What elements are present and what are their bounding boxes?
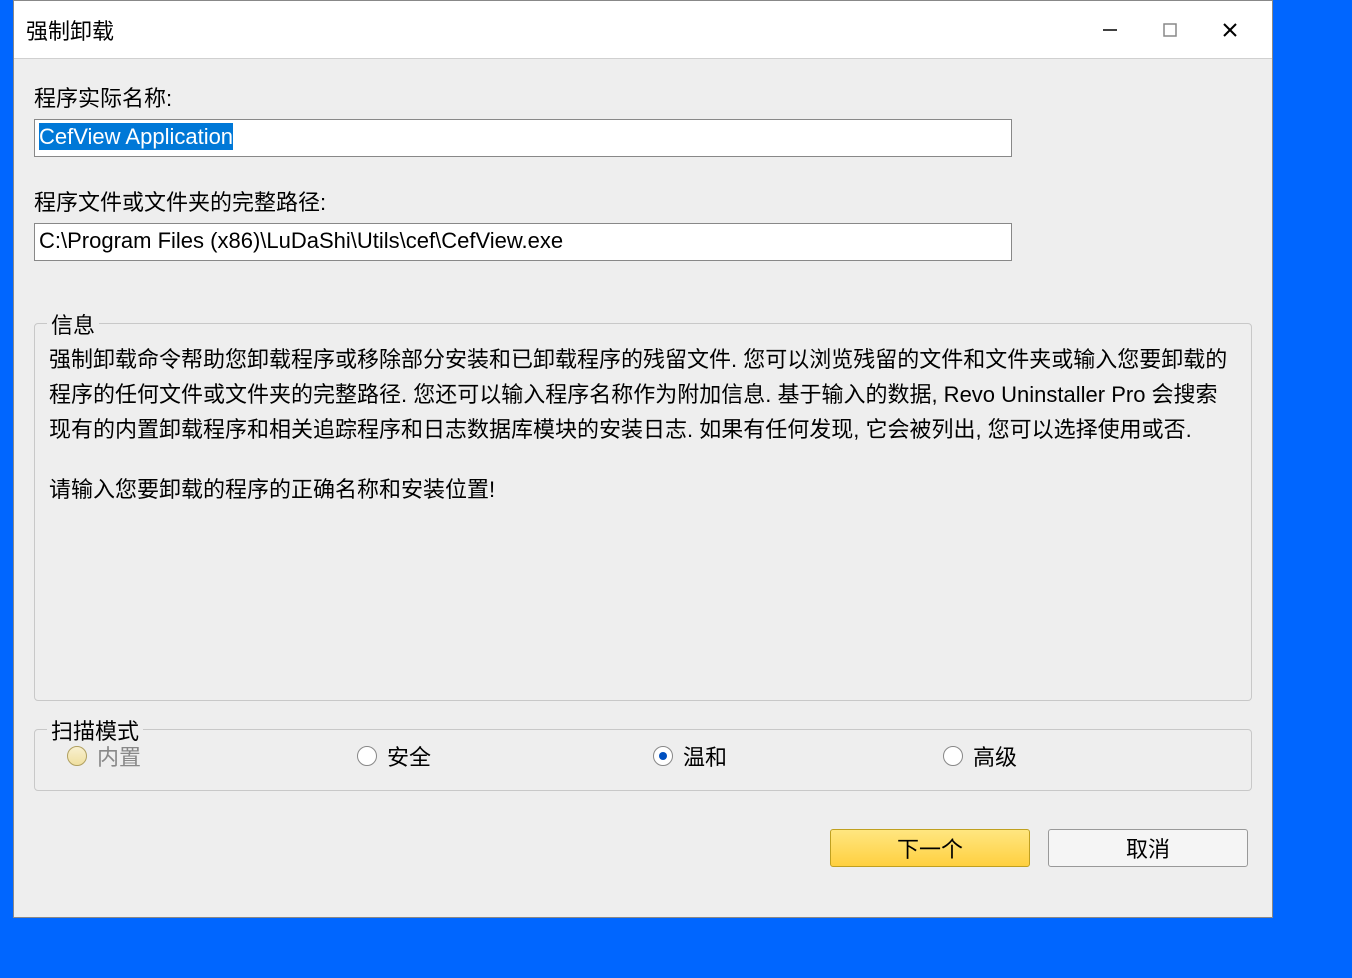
- radio-icon: [653, 746, 673, 766]
- radio-label-advanced: 高级: [973, 740, 1017, 772]
- program-name-input[interactable]: CefView Application: [34, 119, 1012, 157]
- radio-safe[interactable]: 安全: [357, 740, 653, 772]
- scan-mode-radio-row: 内置 安全 温和 高级: [49, 740, 1237, 772]
- radio-advanced[interactable]: 高级: [943, 740, 1143, 772]
- maximize-button[interactable]: [1140, 10, 1200, 50]
- scan-mode-groupbox: 扫描模式 内置 安全 温和 高级: [34, 729, 1252, 791]
- program-name-label: 程序实际名称:: [34, 81, 1252, 113]
- info-paragraph-1: 强制卸载命令帮助您卸载程序或移除部分安装和已卸载程序的残留文件. 您可以浏览残留…: [49, 342, 1237, 448]
- radio-moderate[interactable]: 温和: [653, 740, 943, 772]
- info-paragraph-2: 请输入您要卸载的程序的正确名称和安装位置!: [49, 472, 1237, 507]
- button-row: 下一个 取消: [34, 829, 1252, 867]
- radio-dot-icon: [659, 752, 667, 760]
- program-path-value: C:\Program Files (x86)\LuDaShi\Utils\cef…: [39, 228, 563, 253]
- info-legend: 信息: [47, 308, 99, 340]
- minimize-icon: [1101, 21, 1119, 39]
- titlebar: 强制卸载: [14, 1, 1272, 59]
- radio-label-moderate: 温和: [683, 740, 727, 772]
- dialog-window: 强制卸载 程序实际名称: CefView Application 程序文件或文件…: [13, 0, 1273, 918]
- maximize-icon: [1161, 21, 1179, 39]
- info-groupbox: 信息 强制卸载命令帮助您卸载程序或移除部分安装和已卸载程序的残留文件. 您可以浏…: [34, 323, 1252, 701]
- window-controls: [1080, 10, 1260, 50]
- info-text: 强制卸载命令帮助您卸载程序或移除部分安装和已卸载程序的残留文件. 您可以浏览残留…: [49, 342, 1237, 507]
- radio-icon: [357, 746, 377, 766]
- radio-icon: [943, 746, 963, 766]
- next-button[interactable]: 下一个: [830, 829, 1030, 867]
- radio-icon: [67, 746, 87, 766]
- program-name-value-selected: CefView Application: [39, 123, 233, 150]
- program-path-label: 程序文件或文件夹的完整路径:: [34, 185, 1252, 217]
- minimize-button[interactable]: [1080, 10, 1140, 50]
- close-icon: [1221, 21, 1239, 39]
- dialog-content: 程序实际名称: CefView Application 程序文件或文件夹的完整路…: [14, 59, 1272, 917]
- radio-label-safe: 安全: [387, 740, 431, 772]
- window-title: 强制卸载: [26, 14, 1080, 46]
- cancel-button[interactable]: 取消: [1048, 829, 1248, 867]
- close-button[interactable]: [1200, 10, 1260, 50]
- scan-mode-legend: 扫描模式: [47, 714, 143, 746]
- program-path-input[interactable]: C:\Program Files (x86)\LuDaShi\Utils\cef…: [34, 223, 1012, 261]
